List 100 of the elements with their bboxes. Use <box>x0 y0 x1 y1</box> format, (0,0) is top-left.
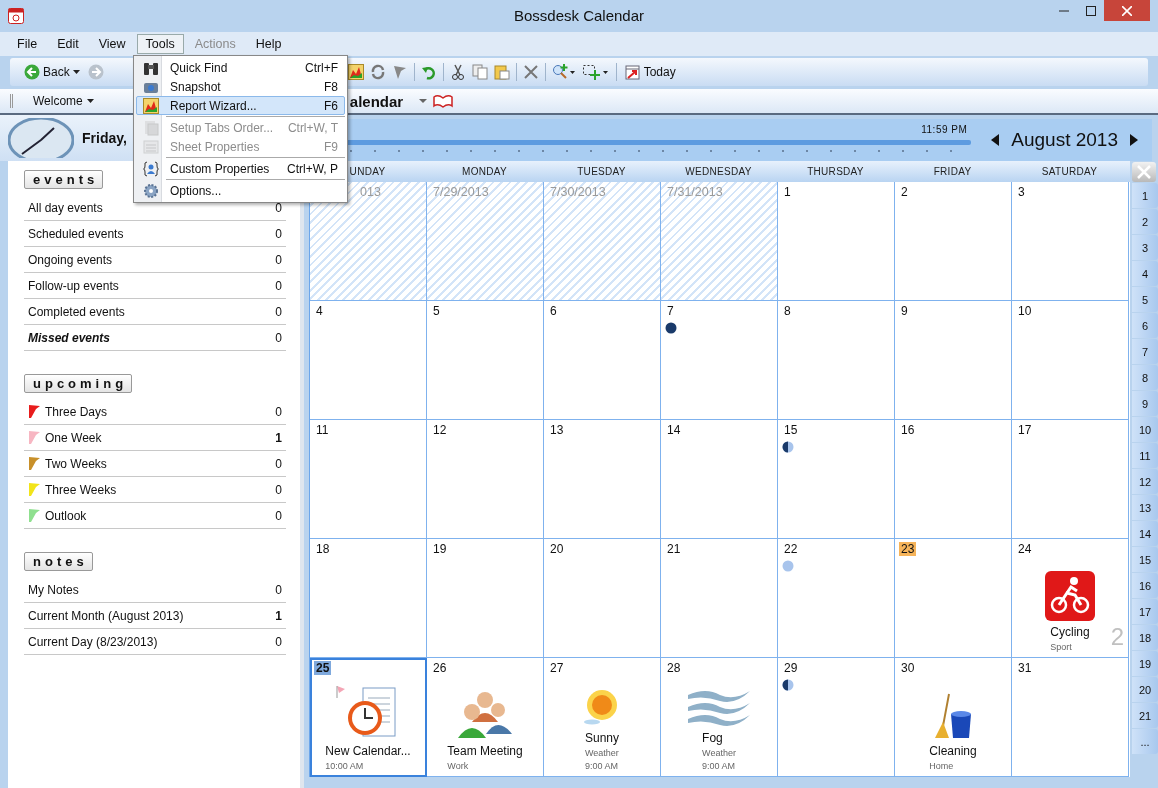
week-tab[interactable]: 4 <box>1132 261 1158 286</box>
sidebar-item[interactable]: Missed events 0 <box>24 325 286 351</box>
sidebar-item[interactable]: Outlook 0 <box>24 503 286 529</box>
week-tab[interactable]: 14 <box>1132 521 1158 546</box>
day-cell[interactable]: 20 <box>544 539 661 658</box>
sidebar-item[interactable]: Three Weeks 0 <box>24 477 286 503</box>
close-button[interactable] <box>1104 0 1150 21</box>
day-cell[interactable]: 4 <box>310 301 427 420</box>
sidebar-item[interactable]: Three Days 0 <box>24 399 286 425</box>
tab[interactable]: Welcome <box>10 94 102 108</box>
undo-icon[interactable] <box>420 64 437 80</box>
week-tab[interactable]: 3 <box>1132 235 1158 260</box>
day-cell[interactable]: 30 Cleaning Home <box>895 658 1012 777</box>
today-button[interactable]: Today <box>622 64 678 80</box>
event-category: Home <box>929 761 954 771</box>
day-cell[interactable]: 21 <box>661 539 778 658</box>
day-cell[interactable]: 23 <box>895 539 1012 658</box>
day-cell[interactable]: 13 <box>544 420 661 539</box>
day-cell[interactable]: 18 <box>310 539 427 658</box>
week-tab[interactable]: 1 <box>1132 183 1158 208</box>
day-cell[interactable]: 7 <box>661 301 778 420</box>
event-title[interactable]: Fog <box>702 731 723 745</box>
paste-icon[interactable] <box>493 64 510 80</box>
menu-item[interactable]: Quick Find Ctrl+F <box>136 58 345 77</box>
day-cell[interactable]: 3 <box>1012 182 1129 301</box>
week-tab[interactable]: 15 <box>1132 547 1158 572</box>
sidebar-item[interactable]: Current Day (8/23/2013) 0 <box>24 629 286 655</box>
week-tab[interactable]: 6 <box>1132 313 1158 338</box>
add-selection-icon[interactable] <box>581 64 610 80</box>
week-tab[interactable]: 2 <box>1132 209 1158 234</box>
sidebar-item[interactable]: Scheduled events 0 <box>24 221 286 247</box>
week-tab[interactable]: 18 <box>1132 625 1158 650</box>
day-cell[interactable]: 24 Cycling Sport 2 <box>1012 539 1129 658</box>
menu-item[interactable]: Report Wizard... F6 <box>136 96 345 115</box>
copy-icon[interactable] <box>471 64 488 80</box>
sidebar-item[interactable]: Current Month (August 2013) 1 <box>24 603 286 629</box>
day-cell[interactable]: 12 <box>427 420 544 539</box>
event-title[interactable]: Team Meeting <box>447 744 523 758</box>
day-cell[interactable]: 28 Fog Weather 9:00 AM <box>661 658 778 777</box>
zoom-in-icon[interactable] <box>551 64 576 80</box>
event-title[interactable]: Cleaning <box>929 744 977 758</box>
day-cell[interactable]: 25 New Calendar... 10:00 AM <box>310 658 427 777</box>
previous-month-button[interactable] <box>991 134 1000 146</box>
day-cell[interactable]: 15 <box>778 420 895 539</box>
sidebar-item[interactable]: My Notes 0 <box>24 577 286 603</box>
day-cell[interactable]: 17 <box>1012 420 1129 539</box>
scissors-icon[interactable] <box>449 64 466 80</box>
day-cell[interactable]: 10 <box>1012 301 1129 420</box>
week-tab[interactable]: 16 <box>1132 573 1158 598</box>
next-month-button[interactable] <box>1130 134 1138 146</box>
event-title[interactable]: Cycling <box>1050 625 1090 639</box>
week-tab[interactable]: 20 <box>1132 677 1158 702</box>
day-cell[interactable]: 26 Team Meeting Work <box>427 658 544 777</box>
sidebar-item[interactable]: Follow-up events 0 <box>24 273 286 299</box>
event-title[interactable]: Sunny <box>585 731 619 745</box>
week-tab[interactable]: 21 <box>1132 703 1158 728</box>
day-cell[interactable]: 8 <box>778 301 895 420</box>
week-tab[interactable]: 13 <box>1132 495 1158 520</box>
refresh-icon[interactable] <box>369 64 386 80</box>
menu-item[interactable]: Custom Properties Ctrl+W, P <box>136 159 345 178</box>
week-tab[interactable]: 17 <box>1132 599 1158 624</box>
book-icon[interactable] <box>433 93 454 109</box>
day-cell[interactable]: 1 <box>778 182 895 301</box>
menu-item[interactable]: File <box>8 34 47 54</box>
week-tab[interactable]: 11 <box>1132 443 1158 468</box>
day-cell[interactable]: 27 Sunny Weather 9:00 AM <box>544 658 661 777</box>
day-cell[interactable]: 9 <box>895 301 1012 420</box>
week-tab[interactable]: 10 <box>1132 417 1158 442</box>
sidebar-item[interactable]: Two Weeks 0 <box>24 451 286 477</box>
day-cell[interactable]: 31 <box>1012 658 1129 777</box>
day-cell[interactable]: 16 <box>895 420 1012 539</box>
week-tab[interactable]: ... <box>1132 729 1158 754</box>
day-cell[interactable]: 19 <box>427 539 544 658</box>
event-title[interactable]: New Calendar... <box>325 744 411 758</box>
week-tab[interactable]: 8 <box>1132 365 1158 390</box>
menu-item[interactable]: Help <box>246 34 291 54</box>
menu-item[interactable]: Edit <box>48 34 88 54</box>
day-cell[interactable]: 5 <box>427 301 544 420</box>
back-button[interactable]: Back <box>22 64 82 80</box>
day-cell[interactable]: 22 <box>778 539 895 658</box>
week-tab[interactable]: 5 <box>1132 287 1158 312</box>
tab-menu-caret-icon[interactable] <box>419 99 428 103</box>
weekday-header: FRIDAY <box>933 166 972 177</box>
sidebar-item[interactable]: One Week 1 <box>24 425 286 451</box>
sidebar-item[interactable]: Ongoing events 0 <box>24 247 286 273</box>
menu-item[interactable]: Tools <box>136 34 184 54</box>
sidebar-item[interactable]: Completed events 0 <box>24 299 286 325</box>
week-tab[interactable]: 9 <box>1132 391 1158 416</box>
day-cell[interactable]: 2 <box>895 182 1012 301</box>
week-tab[interactable]: 7 <box>1132 339 1158 364</box>
week-tab[interactable]: 12 <box>1132 469 1158 494</box>
day-cell[interactable]: 29 <box>778 658 895 777</box>
week-tab[interactable]: 19 <box>1132 651 1158 676</box>
day-cell[interactable]: 14 <box>661 420 778 539</box>
day-cell[interactable]: 6 <box>544 301 661 420</box>
item-count: 0 <box>275 582 282 597</box>
day-cell[interactable]: 11 <box>310 420 427 539</box>
delete-icon[interactable] <box>522 64 539 80</box>
chart-icon[interactable] <box>347 64 364 80</box>
menu-item[interactable]: View <box>89 34 135 54</box>
